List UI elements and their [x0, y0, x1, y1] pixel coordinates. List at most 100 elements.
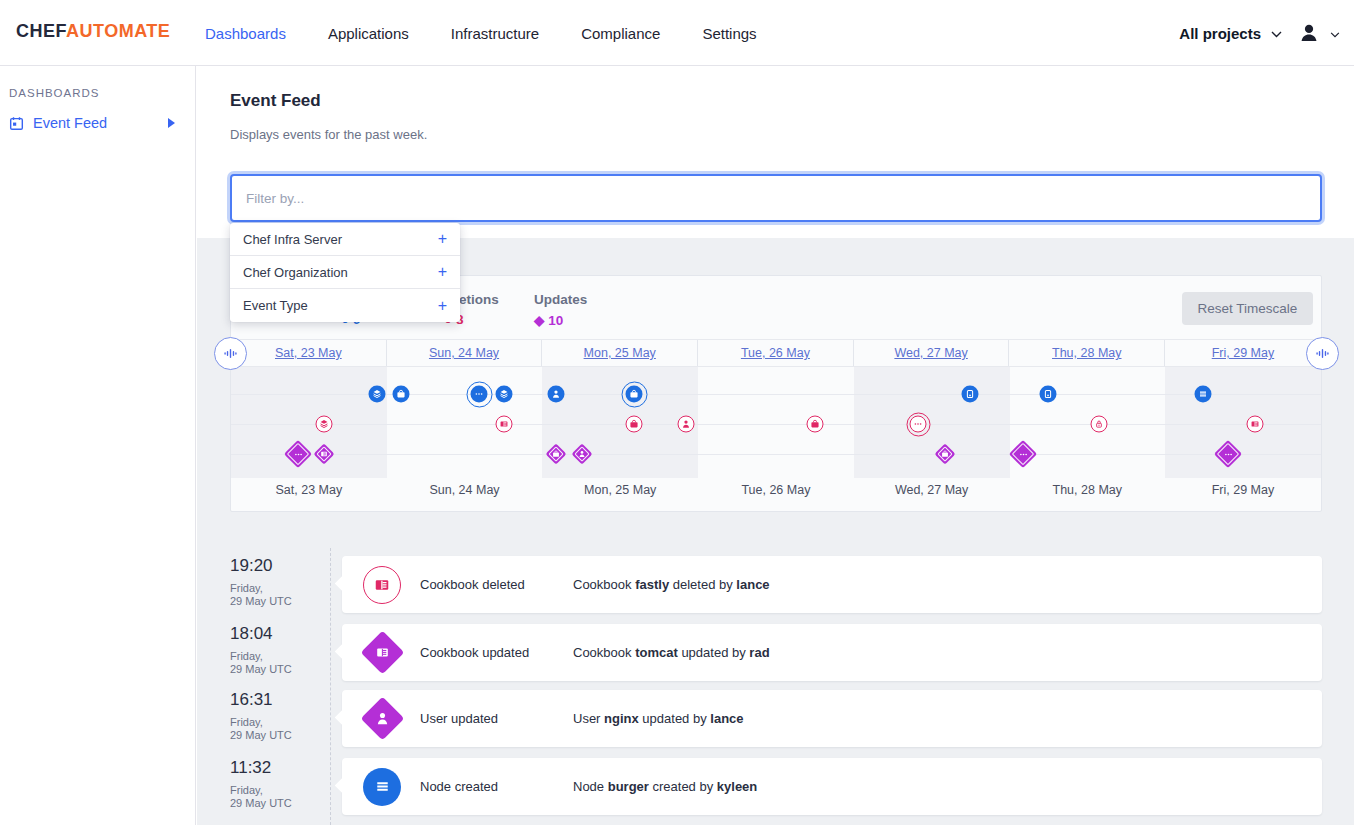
timeline-event-delete-book[interactable]	[496, 416, 513, 433]
nav-item-settings[interactable]: Settings	[702, 25, 756, 42]
day-link[interactable]: Wed, 27 May	[894, 346, 967, 360]
timeline-event-create-person[interactable]	[548, 386, 565, 403]
logo-chef: CHEF	[16, 21, 66, 41]
timeline-event-create-dots[interactable]	[471, 386, 488, 403]
event-date: Friday,29 May UTC	[230, 716, 325, 742]
timeline-event-update-bag[interactable]	[934, 443, 955, 464]
main-nav: Dashboards Applications Infrastructure Comp…	[205, 0, 757, 66]
page-subtitle: Displays events for the past week.	[230, 127, 427, 142]
filter-option-0[interactable]: Chef Infra Server+	[230, 223, 460, 256]
sidebar-item-label: Event Feed	[33, 115, 107, 131]
day-header-cell: Mon, 25 May	[542, 340, 698, 366]
timeline-event-create-bag[interactable]	[392, 386, 409, 403]
event-title: Cookbook updated	[420, 645, 529, 660]
day-header-cell: Tue, 26 May	[698, 340, 854, 366]
event-title: User updated	[420, 711, 498, 726]
grid-row-line	[231, 454, 1321, 455]
chef-automate-app: CHEFAUTOMATE Dashboards Applications Infra…	[0, 0, 1354, 825]
user-avatar-icon[interactable]	[1298, 22, 1320, 44]
event-time: 11:32	[230, 758, 325, 778]
day-bottom-label: Fri, 29 May	[1165, 483, 1321, 509]
chef-automate-logo[interactable]: CHEFAUTOMATE	[16, 21, 170, 42]
day-link[interactable]: Thu, 28 May	[1052, 346, 1121, 360]
timeline-event-update-dots[interactable]	[284, 440, 312, 468]
stat-label: Updates	[534, 292, 587, 307]
chevron-down-icon[interactable]	[1271, 24, 1282, 42]
nav-item-applications[interactable]: Applications	[328, 25, 409, 42]
book-update-icon	[360, 631, 404, 675]
event-date: Friday,29 May UTC	[230, 582, 325, 608]
event-date: Friday,29 May UTC	[230, 784, 325, 810]
timeline-event-create-client[interactable]	[1039, 386, 1056, 403]
timescale-handle-right[interactable]	[1306, 337, 1339, 370]
event-icon	[363, 700, 401, 738]
day-column-stripe	[231, 367, 387, 478]
timeline-event-create-client[interactable]	[961, 386, 978, 403]
filter-option-label: Chef Organization	[243, 265, 348, 280]
timeline-event-create-layers[interactable]	[368, 386, 385, 403]
day-header-cell: Fri, 29 May	[1165, 340, 1321, 366]
nav-item-dashboards[interactable]: Dashboards	[205, 25, 286, 42]
day-bottom-label: Thu, 28 May	[1009, 483, 1165, 509]
event-timestamp: 11:32 Friday,29 May UTC	[230, 758, 325, 810]
day-column-stripe	[542, 367, 698, 478]
calendar-icon	[9, 116, 24, 131]
event-time: 18:04	[230, 624, 325, 644]
day-link[interactable]: Mon, 25 May	[584, 346, 656, 360]
timeline-event-delete-bag[interactable]	[806, 416, 823, 433]
filter-option-2[interactable]: Event Type +	[230, 289, 460, 322]
filter-option-label: Event Type	[243, 298, 308, 313]
day-link[interactable]: Sun, 24 May	[429, 346, 499, 360]
filter-input[interactable]	[230, 174, 1322, 222]
timeline-event-delete-lock[interactable]	[1091, 416, 1108, 433]
event-description: Node burger created by kyleen	[573, 779, 757, 794]
timeline-event-create-bag[interactable]	[626, 386, 643, 403]
timeline-event-delete-bag[interactable]	[626, 416, 643, 433]
stat-count: ◆ 10	[534, 312, 587, 328]
timeline-event-delete-dots[interactable]	[910, 416, 927, 433]
day-link[interactable]: Sat, 23 May	[275, 346, 342, 360]
reset-timescale-button[interactable]: Reset Timescale	[1182, 292, 1313, 325]
event-card[interactable]: Node created Node burger created by kyle…	[342, 758, 1322, 815]
event-description: Cookbook fastly deleted by lance	[573, 577, 770, 592]
day-header-cell: Sun, 24 May	[387, 340, 543, 366]
page-title: Event Feed	[230, 91, 321, 111]
day-link[interactable]: Fri, 29 May	[1212, 346, 1275, 360]
chevron-down-icon[interactable]	[1330, 24, 1340, 42]
timeline-event-create-list[interactable]	[1195, 386, 1212, 403]
day-bottom-label: Sat, 23 May	[231, 483, 387, 509]
event-description: User nginx updated by lance	[573, 711, 744, 726]
day-bottom-label: Wed, 27 May	[854, 483, 1010, 509]
list-create-icon	[363, 768, 401, 806]
filter-option-1[interactable]: Chef Organization +	[230, 256, 460, 289]
event-date: Friday,29 May UTC	[230, 650, 325, 676]
day-link[interactable]: Tue, 26 May	[741, 346, 810, 360]
day-column-stripe	[854, 367, 1010, 478]
timeline-day-header: Sat, 23 May Sun, 24 May Mon, 25 May Tue, 26…	[231, 339, 1321, 367]
event-icon	[363, 634, 401, 672]
nav-item-infrastructure[interactable]: Infrastructure	[451, 25, 539, 42]
timeline-event-update-dots[interactable]	[1009, 440, 1037, 468]
plus-icon[interactable]: +	[438, 263, 447, 281]
event-icon	[363, 566, 401, 604]
sidebar-item-event-feed[interactable]: Event Feed	[9, 112, 187, 134]
day-bottom-label: Sun, 24 May	[387, 483, 543, 509]
event-title: Cookbook deleted	[420, 577, 525, 592]
timeline-event-delete-person[interactable]	[678, 416, 695, 433]
plus-icon[interactable]: +	[438, 297, 447, 315]
timeline-event-create-layers[interactable]	[496, 386, 513, 403]
event-card[interactable]: User updated User nginx updated by lance	[342, 690, 1322, 747]
book-delete-icon	[363, 566, 401, 604]
timescale-handle-left[interactable]	[214, 337, 247, 370]
event-time: 16:31	[230, 690, 325, 710]
event-card[interactable]: Cookbook deleted Cookbook fastly deleted…	[342, 556, 1322, 613]
grid-row-line	[231, 424, 1321, 425]
timeline-event-delete-layers[interactable]	[316, 416, 333, 433]
nav-item-compliance[interactable]: Compliance	[581, 25, 660, 42]
projects-filter-button[interactable]: All projects	[1179, 25, 1261, 42]
day-header-cell: Wed, 27 May	[854, 340, 1010, 366]
timeline-event-delete-book[interactable]	[1246, 416, 1263, 433]
event-card[interactable]: Cookbook updated Cookbook tomcat updated…	[342, 624, 1322, 681]
plus-icon[interactable]: +	[438, 230, 447, 248]
event-title: Node created	[420, 779, 498, 794]
